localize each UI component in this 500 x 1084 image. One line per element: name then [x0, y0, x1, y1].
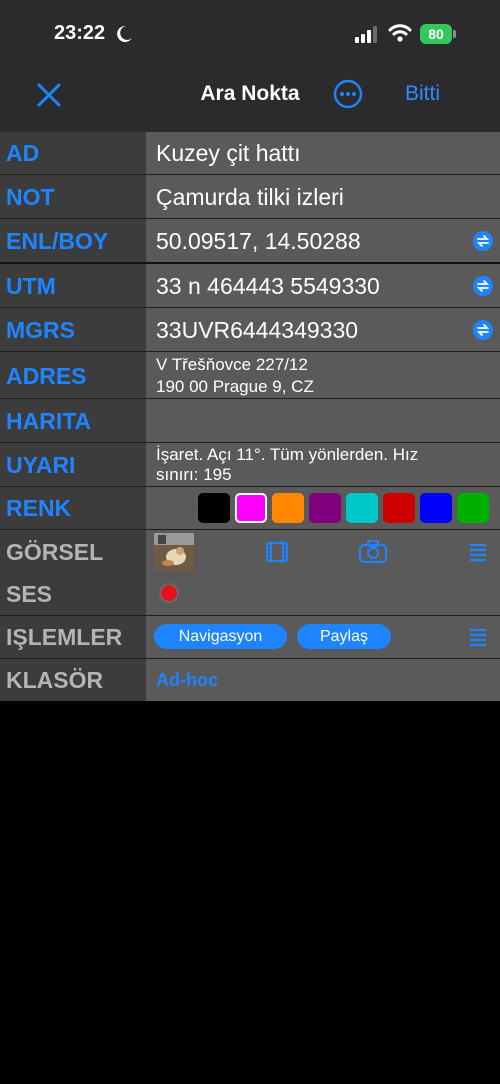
row-mgrs: MGRS 33UVR6444349330: [0, 308, 500, 352]
cellular-signal-icon: [355, 26, 377, 43]
label-latlon: ENL/BOY: [0, 219, 146, 262]
battery-indicator: 80: [420, 24, 456, 44]
folder-field: Ad-hoc: [146, 659, 500, 701]
list-icon[interactable]: [468, 542, 488, 562]
utm-field[interactable]: 33 n 464443 5549330: [146, 264, 500, 307]
label-media: GÖRSEL SES: [0, 530, 146, 615]
color-swatch[interactable]: [235, 493, 267, 523]
address-field[interactable]: V Třešňovce 227/12 190 00 Prague 9, CZ: [146, 352, 500, 398]
label-mgrs: MGRS: [0, 308, 146, 351]
color-swatch[interactable]: [272, 493, 304, 523]
row-name: AD Kuzey çit hattı: [0, 132, 500, 175]
color-swatch[interactable]: [457, 493, 489, 523]
color-picker: [146, 487, 500, 529]
convert-icon[interactable]: [472, 230, 494, 252]
row-color: RENK: [0, 487, 500, 530]
actions-field: Navigasyon Paylaş: [146, 616, 500, 658]
label-map: HARITA: [0, 399, 146, 442]
label-warning: UYARI: [0, 443, 146, 486]
row-media: GÖRSEL SES: [0, 530, 500, 616]
row-note: NOT Çamurda tilki izleri: [0, 175, 500, 219]
folder-link[interactable]: Ad-hoc: [156, 670, 218, 691]
label-utm: UTM: [0, 264, 146, 307]
label-color: RENK: [0, 487, 146, 529]
label-folder: KLASÖR: [0, 659, 146, 701]
top-bar: 23:22 80 Ara Nokta Bitti: [0, 0, 500, 132]
latlon-field[interactable]: 50.09517, 14.50288: [146, 219, 500, 262]
battery-nub: [453, 30, 456, 38]
row-latlon: ENL/BOY 50.09517, 14.50288: [0, 219, 500, 264]
moon-icon: [117, 25, 132, 42]
row-address: ADRES V Třešňovce 227/12 190 00 Prague 9…: [0, 352, 500, 399]
row-warning: UYARI İşaret. Açı 11°. Tüm yönlerden. Hı…: [0, 443, 500, 487]
label-name: AD: [0, 132, 146, 174]
row-map: HARITA: [0, 399, 500, 443]
record-icon[interactable]: [158, 582, 180, 604]
convert-icon[interactable]: [472, 275, 494, 297]
waypoint-form: AD Kuzey çit hattı NOT Çamurda tilki izl…: [0, 132, 500, 701]
done-button[interactable]: Bitti: [405, 82, 465, 106]
label-actions: IŞLEMLER: [0, 616, 146, 658]
more-options-icon[interactable]: [333, 79, 363, 109]
map-field[interactable]: [146, 399, 500, 442]
camera-icon[interactable]: [359, 540, 387, 564]
warning-field[interactable]: İşaret. Açı 11°. Tüm yönlerden. Hız sını…: [146, 443, 500, 486]
battery-level: 80: [420, 24, 452, 44]
status-time: 23:22: [54, 22, 106, 44]
color-swatch[interactable]: [346, 493, 378, 523]
convert-icon[interactable]: [472, 319, 494, 341]
color-swatch[interactable]: [198, 493, 230, 523]
color-swatch[interactable]: [383, 493, 415, 523]
close-icon[interactable]: [34, 80, 64, 110]
label-address: ADRES: [0, 352, 146, 398]
list-icon[interactable]: [468, 627, 488, 647]
wifi-icon: [388, 24, 412, 42]
film-icon[interactable]: [266, 541, 288, 563]
name-field[interactable]: Kuzey çit hattı: [146, 132, 500, 174]
row-actions: IŞLEMLER Navigasyon Paylaş: [0, 616, 500, 659]
share-button[interactable]: Paylaş: [297, 624, 391, 649]
label-note: NOT: [0, 175, 146, 218]
color-swatch[interactable]: [420, 493, 452, 523]
row-folder: KLASÖR Ad-hoc: [0, 659, 500, 701]
mgrs-field[interactable]: 33UVR6444349330: [146, 308, 500, 351]
photo-thumbnail[interactable]: [154, 533, 194, 571]
navigation-button[interactable]: Navigasyon: [154, 624, 287, 649]
color-swatch[interactable]: [309, 493, 341, 523]
media-field: [146, 530, 500, 615]
page-title: Ara Nokta: [200, 82, 300, 105]
row-utm: UTM 33 n 464443 5549330: [0, 264, 500, 308]
note-field[interactable]: Çamurda tilki izleri: [146, 175, 500, 218]
